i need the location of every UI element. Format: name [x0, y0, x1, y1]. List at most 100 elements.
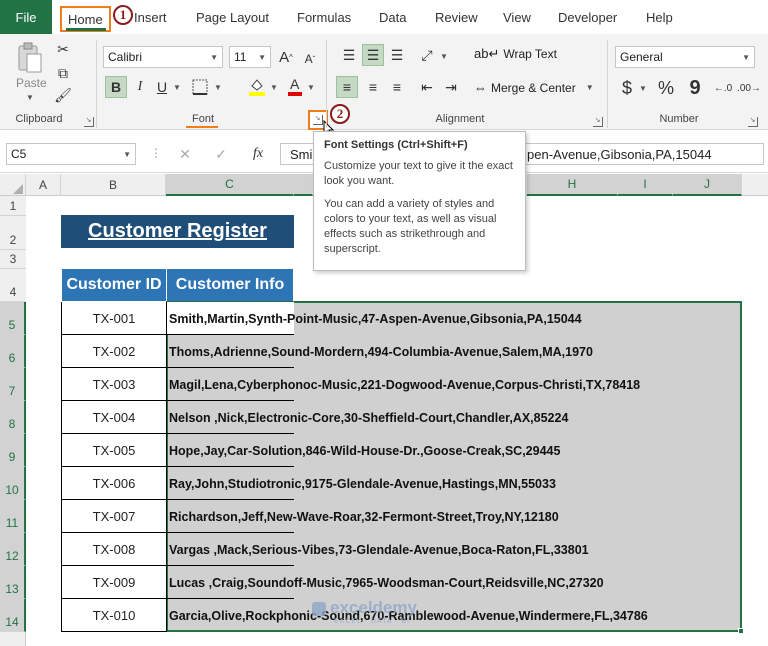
tab-review[interactable]: Review: [435, 0, 478, 34]
table-cell-id[interactable]: TX-006: [61, 467, 167, 500]
fill-handle[interactable]: [738, 628, 744, 634]
column-header-b[interactable]: B: [61, 174, 166, 196]
wrap-text-button[interactable]: ab↵ Wrap Text: [474, 46, 557, 62]
underline-button[interactable]: U: [153, 76, 171, 98]
paste-label[interactable]: Paste: [16, 76, 47, 90]
sheet-title[interactable]: Customer Register: [61, 215, 294, 248]
table-cell-id[interactable]: TX-001: [61, 302, 167, 335]
tab-formulas[interactable]: Formulas: [297, 0, 351, 34]
column-header-c[interactable]: C: [166, 174, 294, 196]
copy-icon[interactable]: ⧉: [52, 64, 74, 82]
bottom-align-icon[interactable]: ☰: [386, 44, 408, 66]
name-box[interactable]: C5 ▼: [6, 143, 136, 165]
column-header-h[interactable]: H: [527, 174, 618, 196]
column-header-j[interactable]: J: [673, 174, 742, 196]
decrease-font-size-button[interactable]: Aˇ: [301, 48, 319, 70]
table-cell-id[interactable]: TX-005: [61, 434, 167, 467]
table-cell-info[interactable]: Hope,Jay,Car-Solution,846-Wild-House-Dr.…: [169, 434, 560, 467]
row-header-3[interactable]: 3: [0, 250, 26, 269]
percent-button[interactable]: %: [654, 76, 678, 100]
tab-file[interactable]: File: [0, 0, 52, 34]
table-cell-id[interactable]: TX-008: [61, 533, 167, 566]
cancel-entry-icon[interactable]: ✕: [170, 143, 200, 165]
borders-icon[interactable]: [188, 76, 212, 98]
row-header-11[interactable]: 11: [0, 500, 26, 533]
insert-function-button[interactable]: fx: [244, 143, 272, 165]
table-cell-id[interactable]: TX-010: [61, 599, 167, 632]
row-header-4[interactable]: 4: [0, 269, 26, 302]
tab-view[interactable]: View: [503, 0, 531, 34]
table-cell-info[interactable]: Nelson ,Nick,Electronic-Core,30-Sheffiel…: [169, 401, 568, 434]
row-header-1[interactable]: 1: [0, 196, 26, 216]
comma-style-button[interactable]: 9: [684, 76, 706, 100]
paste-dropdown-icon[interactable]: ▼: [26, 93, 34, 102]
column-header-d[interactable]: [294, 174, 313, 196]
row-header-14[interactable]: 14: [0, 599, 26, 632]
top-align-icon[interactable]: ☰: [338, 44, 360, 66]
format-painter-icon[interactable]: 🖌: [54, 86, 72, 104]
table-cell-info[interactable]: Ray,John,Studiotronic,9175-Glendale-Aven…: [169, 467, 556, 500]
italic-button[interactable]: I: [131, 76, 149, 98]
bold-button[interactable]: B: [105, 76, 127, 98]
header-customer-id[interactable]: Customer ID: [61, 268, 167, 302]
table-cell-id[interactable]: TX-007: [61, 500, 167, 533]
increase-font-size-button[interactable]: A ^: [277, 46, 295, 68]
table-cell-id[interactable]: TX-002: [61, 335, 167, 368]
number-format-dropdown[interactable]: General ▼: [615, 46, 755, 68]
row-header-5[interactable]: 5: [0, 302, 26, 335]
row-header-8[interactable]: 8: [0, 401, 26, 434]
table-cell-id[interactable]: TX-003: [61, 368, 167, 401]
font-color-icon[interactable]: A: [285, 74, 305, 98]
align-center-icon[interactable]: ≡: [362, 76, 384, 98]
tab-data[interactable]: Data: [379, 0, 406, 34]
tab-page-layout[interactable]: Page Layout: [196, 0, 269, 34]
row-header-10[interactable]: 10: [0, 467, 26, 500]
currency-dropdown-icon[interactable]: ▼: [639, 84, 647, 93]
currency-button[interactable]: $: [617, 76, 637, 100]
orientation-dropdown-icon[interactable]: ▼: [440, 52, 448, 61]
row-header-9[interactable]: 9: [0, 434, 26, 467]
table-cell-id[interactable]: TX-009: [61, 566, 167, 599]
table-cell-info[interactable]: Thoms,Adrienne,Sound-Mordern,494-Columbi…: [169, 335, 593, 368]
number-dialog-launcher-icon[interactable]: ↘: [748, 117, 758, 127]
orientation-icon[interactable]: ⤢: [416, 44, 438, 66]
row-header-13[interactable]: 13: [0, 566, 26, 599]
clipboard-dialog-launcher-icon[interactable]: ↘: [84, 117, 94, 127]
merge-center-button[interactable]: ⇔ Merge & Center ▼: [474, 80, 594, 95]
decrease-decimal-icon[interactable]: .00→: [737, 76, 761, 100]
underline-dropdown-icon[interactable]: ▼: [173, 83, 181, 92]
table-cell-info[interactable]: Lucas ,Craig,Soundoff-Music,7965-Woodsma…: [169, 566, 604, 599]
align-left-icon[interactable]: ≡: [336, 76, 358, 98]
fill-color-icon[interactable]: [246, 74, 268, 98]
font-color-dropdown-icon[interactable]: ▼: [307, 83, 315, 92]
select-all-corner[interactable]: [0, 174, 26, 196]
row-header-2[interactable]: 2: [0, 216, 26, 250]
table-cell-info[interactable]: Richardson,Jeff,New-Wave-Roar,32-Fermont…: [169, 500, 559, 533]
paste-icon[interactable]: [12, 40, 48, 76]
row-header-6[interactable]: 6: [0, 335, 26, 368]
table-cell-info[interactable]: Vargas ,Mack,Serious-Vibes,73-Glendale-A…: [169, 533, 589, 566]
confirm-entry-icon[interactable]: ✓: [206, 143, 236, 165]
column-header-a[interactable]: A: [26, 174, 61, 196]
fill-color-dropdown-icon[interactable]: ▼: [270, 83, 278, 92]
font-name-dropdown[interactable]: Calibri ▼: [103, 46, 223, 68]
increase-indent-icon[interactable]: ⇥: [440, 76, 462, 98]
align-right-icon[interactable]: ≡: [386, 76, 408, 98]
table-cell-id[interactable]: TX-004: [61, 401, 167, 434]
column-header-i[interactable]: I: [618, 174, 673, 196]
alignment-dialog-launcher-icon[interactable]: ↘: [593, 117, 603, 127]
tab-developer[interactable]: Developer: [558, 0, 617, 34]
table-cell-info[interactable]: Magil,Lena,Cyberphonoc-Music,221-Dogwood…: [169, 368, 640, 401]
table-cell-info[interactable]: Smith,Martin,Synth-Point-Music,47-Aspen-…: [169, 302, 582, 335]
increase-decimal-icon[interactable]: ←.0: [712, 76, 734, 100]
row-header-12[interactable]: 12: [0, 533, 26, 566]
tab-help[interactable]: Help: [646, 0, 673, 34]
decrease-indent-icon[interactable]: ⇤: [416, 76, 438, 98]
borders-dropdown-icon[interactable]: ▼: [214, 83, 222, 92]
tab-insert[interactable]: Insert: [134, 0, 167, 34]
header-customer-info[interactable]: Customer Info: [166, 268, 294, 302]
font-size-dropdown[interactable]: 11 ▼: [229, 46, 271, 68]
middle-align-icon[interactable]: ☰: [362, 44, 384, 66]
cut-icon[interactable]: ✂: [54, 40, 72, 58]
row-header-7[interactable]: 7: [0, 368, 26, 401]
